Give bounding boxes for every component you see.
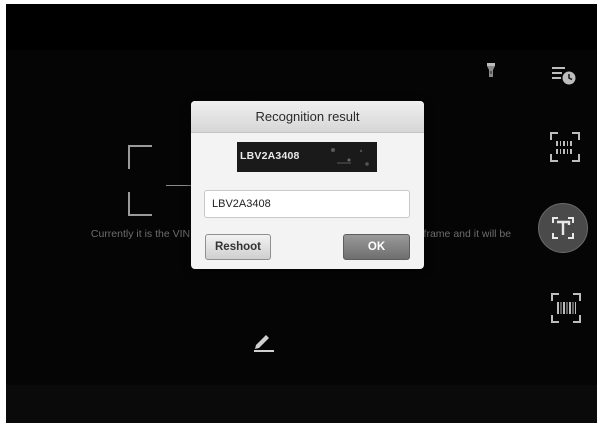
vin-scan-icon[interactable] xyxy=(548,130,582,164)
dialog-title: Recognition result xyxy=(191,101,424,133)
scan-frame-corner-top-left xyxy=(128,145,152,169)
vin-crop-image: LBV2A3408 xyxy=(237,142,377,172)
recognition-result-dialog: Recognition result LBV2A3408 Reshoot OK xyxy=(191,101,424,269)
top-bar xyxy=(6,4,597,50)
reshoot-button[interactable]: Reshoot xyxy=(205,234,271,260)
flashlight-icon[interactable] xyxy=(485,62,497,78)
barcode-scan-icon[interactable] xyxy=(549,291,583,325)
camera-screen: Currently it is the VIN recognition mode… xyxy=(6,4,597,423)
bottom-bar xyxy=(6,385,597,423)
vin-result-input[interactable] xyxy=(204,190,410,218)
text-recognition-icon[interactable] xyxy=(538,203,588,253)
scan-frame-corner-bottom-left xyxy=(128,192,152,216)
pencil-icon[interactable] xyxy=(252,330,276,352)
history-icon[interactable] xyxy=(551,64,577,86)
vin-crop-text: LBV2A3408 xyxy=(240,150,300,162)
ok-button[interactable]: OK xyxy=(343,234,410,260)
